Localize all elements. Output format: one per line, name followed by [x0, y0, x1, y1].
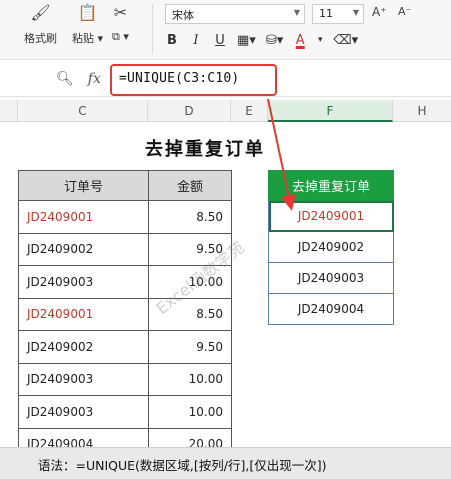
order-id-cell[interactable]: JD2409003 — [18, 395, 149, 429]
amount-cell[interactable]: 8.50 — [148, 200, 232, 234]
unique-row: JD2409003 — [268, 262, 394, 294]
table-row: JD2409003 10.00 — [18, 395, 232, 429]
column-headers: C D E F H — [0, 100, 451, 122]
unique-header-row: 去掉重复订单 — [268, 170, 394, 201]
syntax-text: 语法：=UNIQUE(数据区域,[按列/行],[仅出现一次]) — [38, 458, 327, 473]
cut-button[interactable]: ✂ ⧉ ▾ — [112, 4, 129, 44]
chevron-down-icon: ▼ — [293, 8, 300, 17]
format-painter-label: 格式刷 — [24, 32, 57, 45]
insert-function-button[interactable]: fx — [88, 71, 101, 87]
borders-icon[interactable]: ▦▾ — [237, 33, 256, 48]
amount-cell[interactable]: 10.00 — [148, 362, 232, 396]
paste-button[interactable]: 📋 粘贴 ▾ — [72, 4, 103, 46]
amount-cell[interactable]: 10.00 — [148, 395, 232, 429]
font-name-select[interactable]: 宋体 ▼ — [165, 4, 305, 24]
table-header-row: 订单号 金额 — [18, 170, 232, 201]
fill-color-icon[interactable]: ⛁▾ — [266, 33, 283, 48]
unique-order-cell[interactable]: JD2409002 — [268, 231, 394, 263]
paste-label: 粘贴 ▾ — [72, 32, 104, 45]
font-size-select[interactable]: 11 ▼ — [312, 4, 364, 24]
chevron-down-icon: ▼ — [352, 8, 359, 17]
ribbon-divider — [152, 4, 153, 54]
column-header-d[interactable]: D — [148, 100, 231, 122]
order-id-cell[interactable]: JD2409001 — [18, 200, 149, 234]
amount-cell[interactable]: 9.50 — [148, 330, 232, 364]
header-amount[interactable]: 金额 — [148, 170, 232, 201]
table-row: JD2409003 10.00 — [18, 362, 232, 396]
unique-orders-table: 去掉重复订单 JD2409001 JD2409002 JD2409003 JD2409… — [268, 170, 394, 325]
order-id-cell[interactable]: JD2409001 — [18, 297, 149, 331]
format-painter-icon: 🖌 — [30, 3, 51, 22]
clipboard-icon: 📋 — [77, 3, 98, 22]
scissors-icon: ✂ — [113, 3, 128, 22]
order-id-cell[interactable]: JD2409002 — [18, 232, 149, 266]
table-row: JD2409001 8.50 — [18, 297, 232, 331]
source-order-table: 订单号 金额 JD2409001 8.50 JD2409002 9.50 JD24090… — [18, 170, 232, 461]
order-id-cell[interactable]: JD2409003 — [18, 265, 149, 299]
table-row: JD2409001 8.50 — [18, 200, 232, 234]
decrease-font-icon[interactable]: A⁻ — [398, 5, 411, 18]
font-size-value: 11 — [319, 7, 333, 20]
column-header-h[interactable]: H — [393, 100, 451, 122]
underline-button[interactable]: U — [213, 33, 227, 48]
ribbon-toolbar: 🖌 格式刷 📋 粘贴 ▾ ✂ ⧉ ▾ 宋体 ▼ 11 ▼ A⁺ A⁻ B I U… — [0, 0, 451, 60]
unique-row: JD2409002 — [268, 231, 394, 263]
table-row: JD2409002 9.50 — [18, 330, 232, 364]
zoom-search-icon[interactable]: 🔍︎ — [56, 71, 74, 87]
increase-font-icon[interactable]: A⁺ — [372, 5, 387, 19]
copy-dropdown[interactable]: ⧉ ▾ — [112, 30, 129, 44]
unique-header-cell[interactable]: 去掉重复订单 — [268, 170, 394, 201]
formula-bar: 🔍︎ fx =UNIQUE(C3:C10) — [0, 63, 451, 97]
eraser-icon[interactable]: ⌫▾ — [333, 33, 358, 48]
selected-unique-cell[interactable]: JD2409001 — [268, 200, 394, 232]
sheet-title: 去掉重复订单 — [145, 139, 265, 160]
unique-row: JD2409001 — [268, 200, 394, 232]
syntax-bar: 语法：=UNIQUE(数据区域,[按列/行],[仅出现一次]) — [0, 447, 451, 479]
chevron-down-icon[interactable]: ▾ — [317, 35, 323, 45]
header-order-id[interactable]: 订单号 — [18, 170, 149, 201]
unique-order-cell[interactable]: JD2409004 — [268, 293, 394, 325]
column-header-c[interactable]: C — [18, 100, 148, 122]
italic-button[interactable]: I — [189, 33, 203, 48]
order-id-cell[interactable]: JD2409003 — [18, 362, 149, 396]
corner-cell[interactable] — [0, 100, 18, 122]
format-painter-button[interactable]: 🖌 格式刷 — [24, 4, 57, 46]
font-color-button[interactable]: A — [293, 33, 307, 48]
bold-button[interactable]: B — [165, 33, 179, 48]
column-header-e[interactable]: E — [231, 100, 268, 122]
unique-order-cell[interactable]: JD2409003 — [268, 262, 394, 294]
font-name-value: 宋体 — [172, 9, 194, 22]
column-header-f[interactable]: F — [268, 100, 393, 122]
formula-input[interactable]: =UNIQUE(C3:C10) — [119, 71, 239, 86]
unique-row: JD2409004 — [268, 293, 394, 325]
order-id-cell[interactable]: JD2409002 — [18, 330, 149, 364]
